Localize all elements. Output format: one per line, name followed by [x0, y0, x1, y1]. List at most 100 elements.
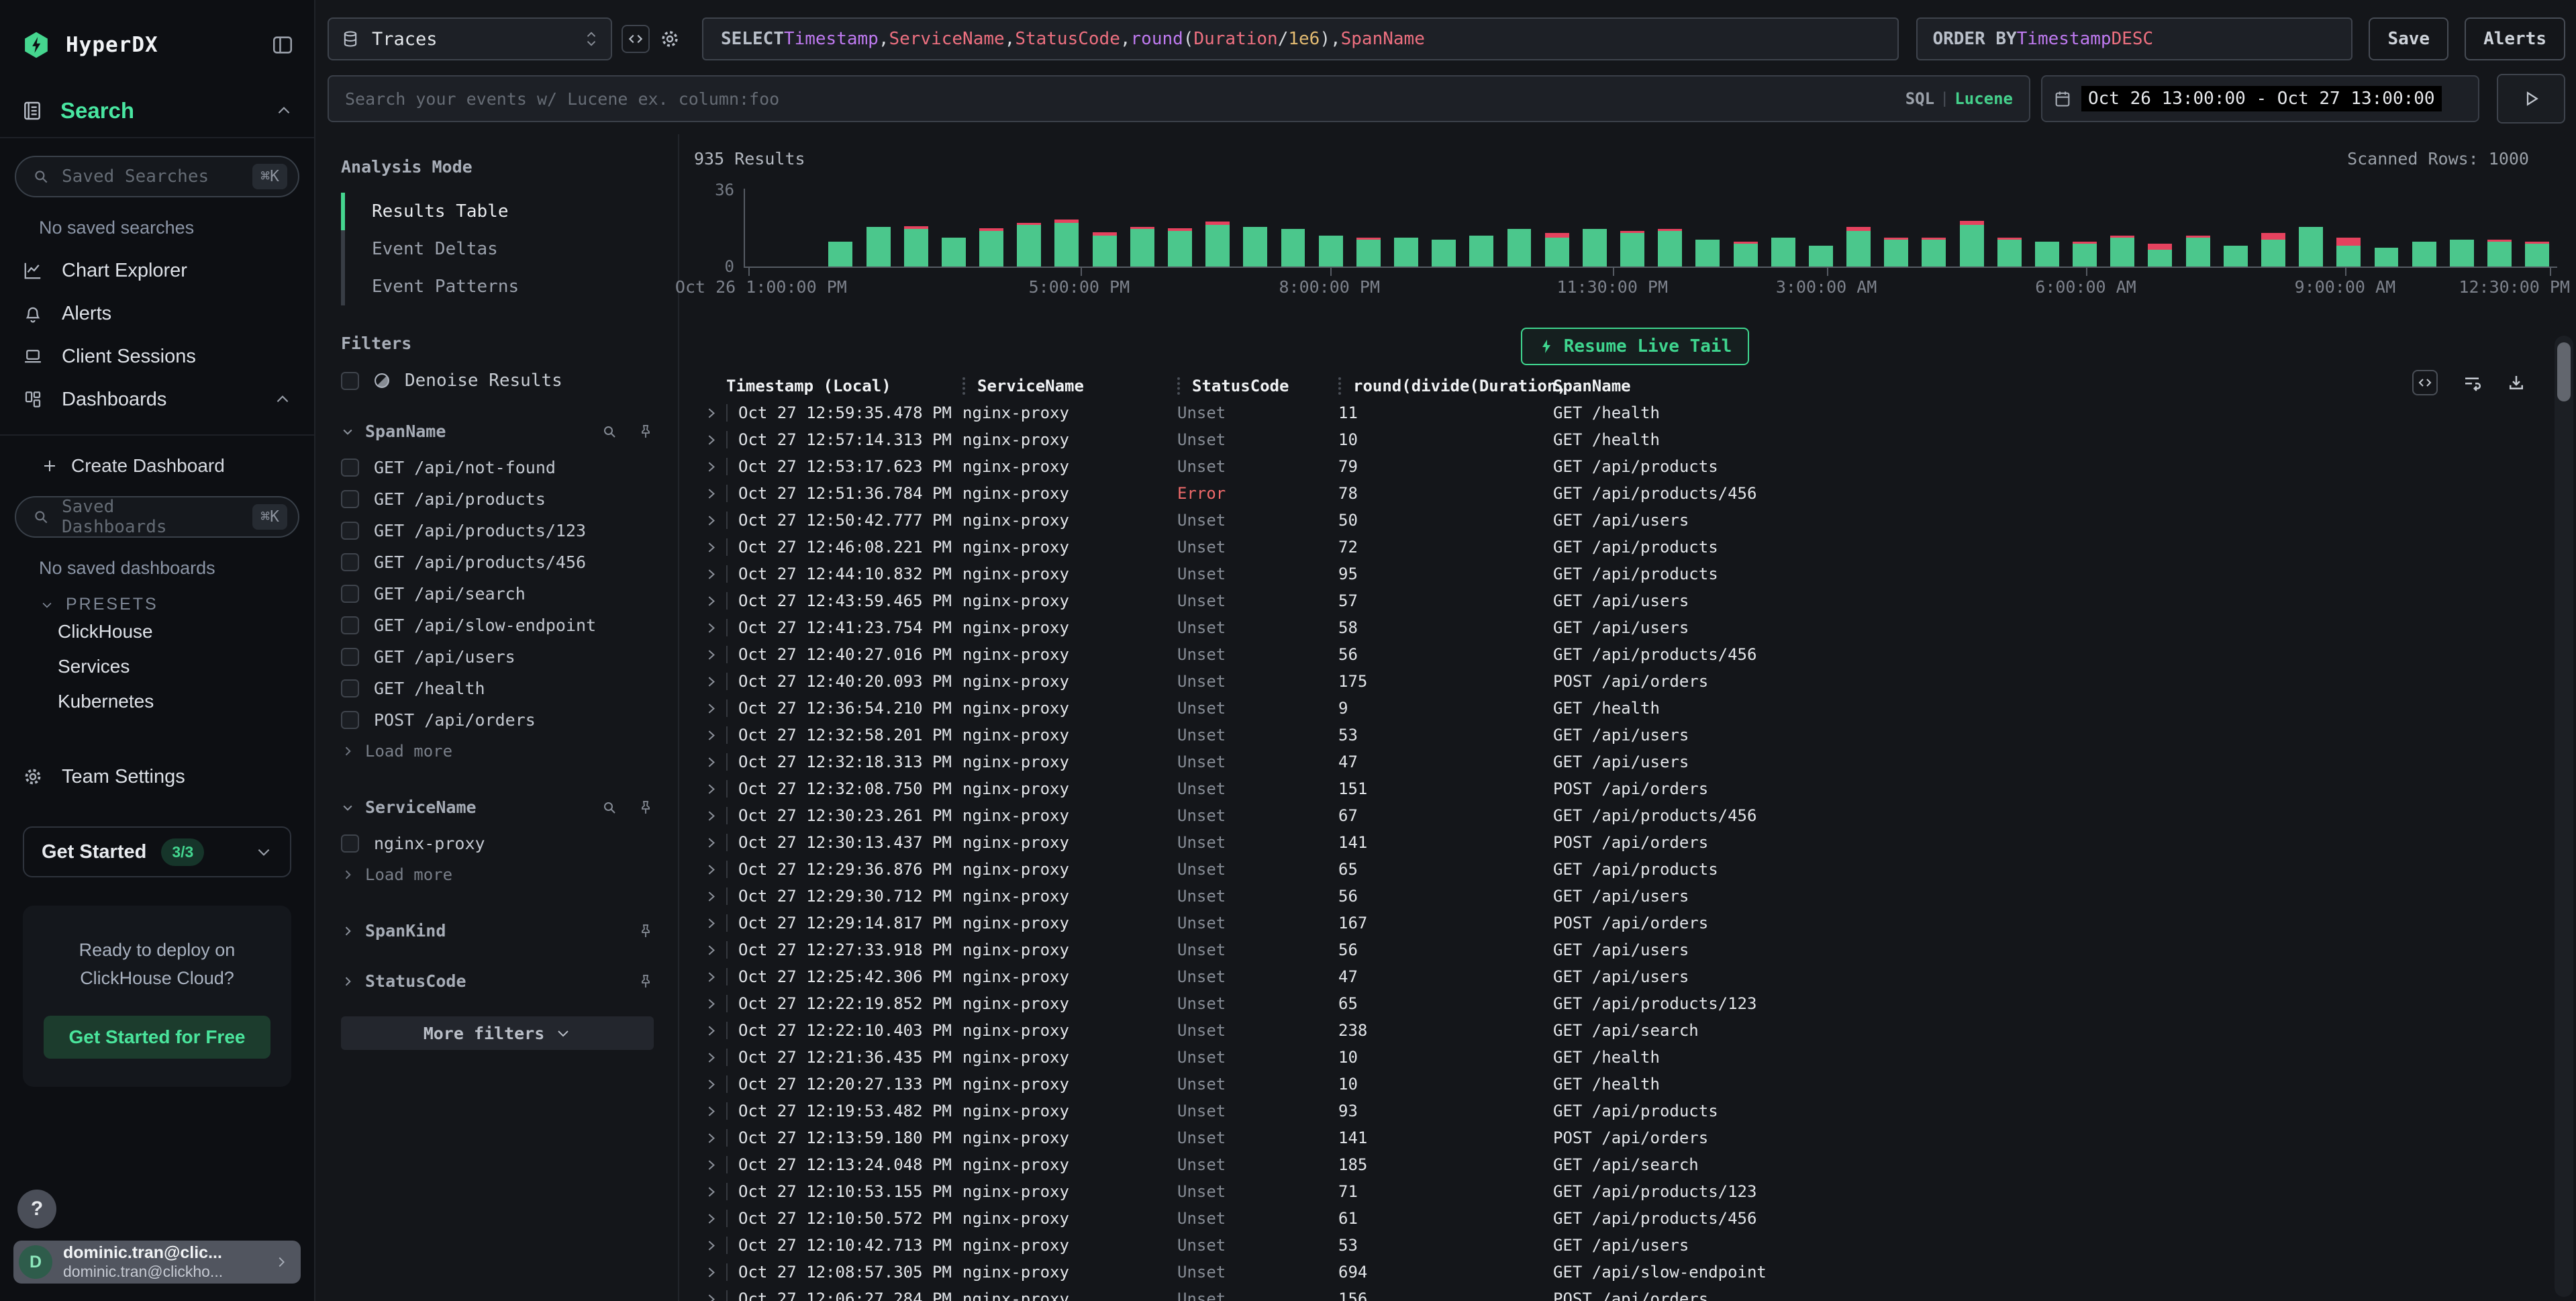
table-row[interactable]: Oct 27 12:20:27.133 PM nginx-proxy Unset… [694, 1071, 2576, 1098]
row-expand-chevron-icon[interactable] [694, 1293, 726, 1301]
row-expand-chevron-icon[interactable] [694, 595, 726, 608]
table-row[interactable]: Oct 27 12:40:20.093 PM nginx-proxy Unset… [694, 668, 2576, 695]
sidebar-item-client-sessions[interactable]: Client Sessions [15, 335, 299, 378]
histogram-bar[interactable] [2103, 189, 2141, 267]
analysis-mode-event-patterns[interactable]: Event Patterns [341, 268, 654, 305]
table-row[interactable]: Oct 27 12:44:10.832 PM nginx-proxy Unset… [694, 561, 2576, 587]
more-filters-button[interactable]: More filters [341, 1016, 654, 1050]
histogram-bar[interactable] [1877, 189, 1915, 267]
view-source-code-icon[interactable] [2412, 370, 2438, 395]
search-icon[interactable] [601, 800, 617, 816]
histogram-bar[interactable] [1802, 189, 1840, 267]
filter-checkbox[interactable] [341, 616, 359, 634]
histogram-bar[interactable] [1387, 189, 1425, 267]
table-row[interactable]: Oct 27 12:32:58.201 PM nginx-proxy Unset… [694, 722, 2576, 749]
column-header-duration[interactable]: round(divide(Duration, [1338, 377, 1553, 395]
save-button[interactable]: Save [2369, 17, 2448, 60]
histogram-bar[interactable] [2141, 189, 2179, 267]
table-row[interactable]: Oct 27 12:25:42.306 PM nginx-proxy Unset… [694, 963, 2576, 990]
scrollbar-thumb[interactable] [2557, 342, 2571, 401]
analysis-mode-event-deltas[interactable]: Event Deltas [341, 230, 654, 268]
table-row[interactable]: Oct 27 12:43:59.465 PM nginx-proxy Unset… [694, 587, 2576, 614]
denoise-checkbox[interactable] [341, 372, 359, 390]
histogram-bar[interactable] [1350, 189, 1387, 267]
filter-checkbox[interactable] [341, 679, 359, 697]
histogram-bar[interactable] [822, 189, 859, 267]
histogram-bar[interactable] [2330, 189, 2367, 267]
table-row[interactable]: Oct 27 12:21:36.435 PM nginx-proxy Unset… [694, 1044, 2576, 1071]
table-row[interactable]: Oct 27 12:13:24.048 PM nginx-proxy Unset… [694, 1151, 2576, 1178]
user-menu[interactable]: D dominic.tran@clic... dominic.tran@clic… [13, 1241, 301, 1284]
filter-value-row[interactable]: GET /api/products [341, 483, 654, 515]
chevron-up-icon[interactable] [275, 102, 293, 119]
preset-item-services[interactable]: Services [15, 649, 299, 684]
presets-toggle[interactable]: PRESETS [40, 595, 299, 614]
histogram-bar[interactable] [2255, 189, 2292, 267]
alerts-button[interactable]: Alerts [2465, 17, 2565, 60]
table-row[interactable]: Oct 27 12:10:42.713 PM nginx-proxy Unset… [694, 1232, 2576, 1259]
table-row[interactable]: Oct 27 12:59:35.478 PM nginx-proxy Unset… [694, 399, 2576, 426]
preset-item-kubernetes[interactable]: Kubernetes [15, 684, 299, 719]
create-dashboard-button[interactable]: Create Dashboard [15, 444, 299, 488]
histogram-bar[interactable] [2443, 189, 2481, 267]
get-started-toggle[interactable]: Get Started 3/3 [23, 826, 291, 877]
histogram-bar[interactable] [2367, 189, 2405, 267]
source-select[interactable]: Traces [328, 17, 612, 60]
row-expand-chevron-icon[interactable] [694, 756, 726, 769]
row-expand-chevron-icon[interactable] [694, 541, 726, 554]
download-icon[interactable] [2506, 373, 2526, 393]
filter-value-row[interactable]: GET /api/not-found [341, 452, 654, 483]
sidebar-item-search[interactable]: Search [0, 98, 314, 124]
filter-value-row[interactable]: GET /api/users [341, 641, 654, 673]
table-row[interactable]: Oct 27 12:08:57.305 PM nginx-proxy Unset… [694, 1259, 2576, 1286]
histogram-bar[interactable] [1312, 189, 1350, 267]
filter-group-header[interactable]: SpanKind [341, 921, 654, 941]
saved-dashboards-input[interactable]: Saved Dashboards ⌘K [15, 496, 299, 538]
row-expand-chevron-icon[interactable] [694, 944, 726, 957]
row-expand-chevron-icon[interactable] [694, 783, 726, 796]
histogram-bar[interactable] [2179, 189, 2217, 267]
filter-checkbox[interactable] [341, 490, 359, 508]
row-expand-chevron-icon[interactable] [694, 434, 726, 446]
histogram-bar[interactable] [1726, 189, 1764, 267]
sidebar-item-dashboards[interactable]: Dashboards [15, 378, 299, 421]
table-row[interactable]: Oct 27 12:30:13.437 PM nginx-proxy Unset… [694, 829, 2576, 856]
histogram-bar[interactable] [1048, 189, 1085, 267]
table-row[interactable]: Oct 27 12:50:42.777 PM nginx-proxy Unset… [694, 507, 2576, 534]
histogram-bar[interactable] [860, 189, 897, 267]
saved-searches-input[interactable]: Saved Searches ⌘K [15, 156, 299, 197]
histogram-bar[interactable] [1236, 189, 1274, 267]
histogram-bar[interactable] [1500, 189, 1538, 267]
row-expand-chevron-icon[interactable] [694, 1051, 726, 1064]
histogram-bar[interactable] [1614, 189, 1651, 267]
histogram-bar[interactable] [2518, 189, 2556, 267]
filter-value-row[interactable]: GET /api/search [341, 578, 654, 610]
histogram-bar[interactable] [897, 189, 935, 267]
row-expand-chevron-icon[interactable] [694, 836, 726, 849]
row-expand-chevron-icon[interactable] [694, 1212, 726, 1225]
row-expand-chevron-icon[interactable] [694, 1239, 726, 1252]
histogram-bar[interactable] [2066, 189, 2103, 267]
histogram-bar[interactable] [1199, 189, 1236, 267]
table-row[interactable]: Oct 27 12:13:59.180 PM nginx-proxy Unset… [694, 1124, 2576, 1151]
chevron-down-icon[interactable] [341, 801, 354, 814]
filter-checkbox[interactable] [341, 459, 359, 477]
histogram-bar[interactable] [1765, 189, 1802, 267]
pin-icon[interactable] [638, 923, 654, 939]
filter-checkbox[interactable] [341, 585, 359, 603]
histogram-bar[interactable] [1274, 189, 1311, 267]
row-expand-chevron-icon[interactable] [694, 729, 726, 742]
histogram-bar[interactable] [1840, 189, 1877, 267]
filter-checkbox[interactable] [341, 711, 359, 729]
run-query-button[interactable] [2497, 74, 2565, 124]
load-more-button[interactable]: Load more [341, 859, 654, 890]
filter-value-row[interactable]: POST /api/orders [341, 704, 654, 736]
filter-checkbox[interactable] [341, 834, 359, 853]
event-search-input[interactable]: Search your events w/ Lucene ex. column:… [328, 75, 2030, 122]
filter-value-row[interactable]: nginx-proxy [341, 828, 654, 859]
table-row[interactable]: Oct 27 12:19:53.482 PM nginx-proxy Unset… [694, 1098, 2576, 1124]
row-expand-chevron-icon[interactable] [694, 622, 726, 634]
date-range-picker[interactable]: Oct 26 13:00:00 - Oct 27 13:00:00 [2041, 75, 2479, 122]
filter-value-row[interactable]: GET /api/products/123 [341, 515, 654, 546]
sidebar-item-chart-explorer[interactable]: Chart Explorer [15, 249, 299, 292]
